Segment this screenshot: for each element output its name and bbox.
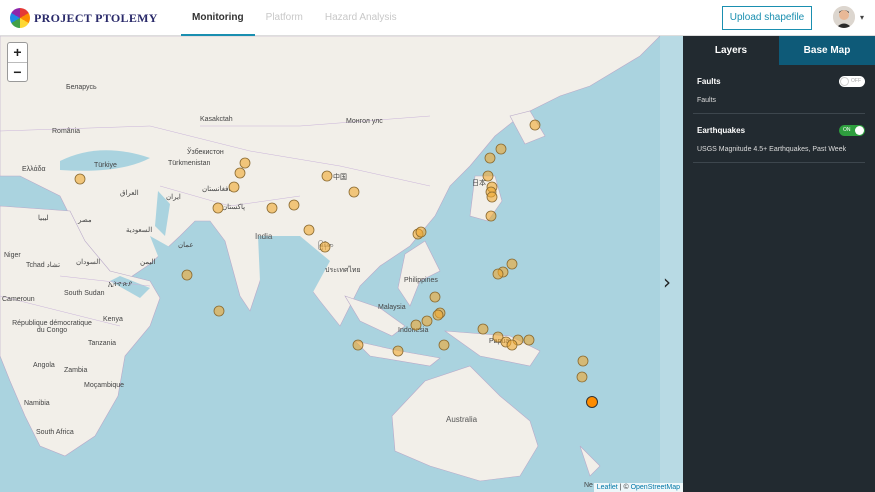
earthquake-marker[interactable] xyxy=(392,345,404,357)
earthquake-marker[interactable] xyxy=(212,202,224,214)
user-menu-caret-icon[interactable]: ▾ xyxy=(860,13,864,22)
earthquake-marker[interactable] xyxy=(421,315,433,327)
layers-panel: Layers Base Map Faults OFF Faults Earthq… xyxy=(683,36,875,492)
tab-monitoring[interactable]: Monitoring xyxy=(181,0,255,36)
earthquake-marker[interactable] xyxy=(506,258,518,270)
layer-description: USGS Magnitude 4.5+ Earthquakes, Past We… xyxy=(697,146,847,153)
layer-item-faults: Faults OFF Faults xyxy=(693,65,865,114)
panel-tabs: Layers Base Map xyxy=(683,36,875,65)
tab-layers[interactable]: Layers xyxy=(683,36,779,65)
upload-shapefile-button[interactable]: Upload shapefile xyxy=(722,6,812,30)
earthquake-marker[interactable] xyxy=(288,199,300,211)
toggle-knob xyxy=(840,77,849,86)
earthquake-marker[interactable] xyxy=(486,191,498,203)
earthquake-marker[interactable] xyxy=(576,371,588,383)
earthquake-marker-highlighted[interactable] xyxy=(586,396,598,408)
earthquake-marker[interactable] xyxy=(485,210,497,222)
earthquake-marker[interactable] xyxy=(506,339,518,351)
earthquake-marker[interactable] xyxy=(321,170,333,182)
earthquake-marker[interactable] xyxy=(523,334,535,346)
app-logo[interactable]: PROJECT PTOLEMY xyxy=(10,8,158,28)
toggle-label: OFF xyxy=(851,78,861,84)
user-avatar[interactable] xyxy=(833,6,855,28)
chevron-right-icon[interactable]: › xyxy=(663,270,671,294)
tab-base-map[interactable]: Base Map xyxy=(779,36,875,65)
earthquake-marker[interactable] xyxy=(438,339,450,351)
earthquake-marker[interactable] xyxy=(432,309,444,321)
earthquake-marker[interactable] xyxy=(577,355,589,367)
earthquakes-toggle[interactable]: ON xyxy=(839,125,865,136)
earthquake-marker[interactable] xyxy=(266,202,278,214)
earthquake-marker[interactable] xyxy=(484,152,496,164)
layer-title: Earthquakes xyxy=(697,126,746,135)
toggle-knob xyxy=(855,126,864,135)
earthquake-marker[interactable] xyxy=(234,167,246,179)
earthquake-marker[interactable] xyxy=(348,186,360,198)
user-avatar-icon xyxy=(833,6,855,28)
earthquake-marker[interactable] xyxy=(239,157,251,169)
logo-mark-icon xyxy=(10,8,30,28)
earthquake-marker[interactable] xyxy=(228,181,240,193)
earthquake-markers-layer xyxy=(74,119,598,408)
zoom-control: + − xyxy=(7,42,28,82)
earthquake-marker[interactable] xyxy=(415,226,427,238)
tab-platform[interactable]: Platform xyxy=(255,0,314,36)
map-view[interactable]: Беларусь Kasakctah Монгол улс România Ўз… xyxy=(0,36,683,492)
layer-item-earthquakes: Earthquakes ON USGS Magnitude 4.5+ Earth… xyxy=(693,114,865,163)
logo-text: PROJECT PTOLEMY xyxy=(34,10,158,25)
attribution-separator: | © xyxy=(617,484,631,491)
earthquake-marker[interactable] xyxy=(213,305,225,317)
zoom-in-button[interactable]: + xyxy=(8,43,27,62)
earthquake-marker[interactable] xyxy=(410,319,422,331)
earthquake-marker[interactable] xyxy=(74,173,86,185)
earthquake-marker[interactable] xyxy=(181,269,193,281)
tab-hazard-analysis[interactable]: Hazard Analysis xyxy=(314,0,408,36)
toggle-label: ON xyxy=(843,127,851,133)
layer-title: Faults xyxy=(697,77,721,86)
main-nav: Monitoring Platform Hazard Analysis xyxy=(181,0,408,36)
earthquake-marker[interactable] xyxy=(482,170,494,182)
map-attribution: Leaflet | © OpenStreetMap xyxy=(593,483,683,492)
openstreetmap-link[interactable]: OpenStreetMap xyxy=(631,484,680,491)
top-header: PROJECT PTOLEMY Monitoring Platform Haza… xyxy=(0,0,875,36)
earthquake-marker[interactable] xyxy=(352,339,364,351)
faults-toggle[interactable]: OFF xyxy=(839,76,865,87)
earthquake-marker[interactable] xyxy=(495,143,507,155)
earthquake-marker[interactable] xyxy=(529,119,541,131)
earthquake-marker[interactable] xyxy=(477,323,489,335)
earthquake-marker[interactable] xyxy=(303,224,315,236)
leaflet-link[interactable]: Leaflet xyxy=(597,484,618,491)
zoom-out-button[interactable]: − xyxy=(8,62,27,81)
earthquake-marker[interactable] xyxy=(319,241,331,253)
layer-description: Faults xyxy=(697,97,717,104)
earthquake-marker[interactable] xyxy=(492,268,504,280)
earthquake-marker[interactable] xyxy=(429,291,441,303)
